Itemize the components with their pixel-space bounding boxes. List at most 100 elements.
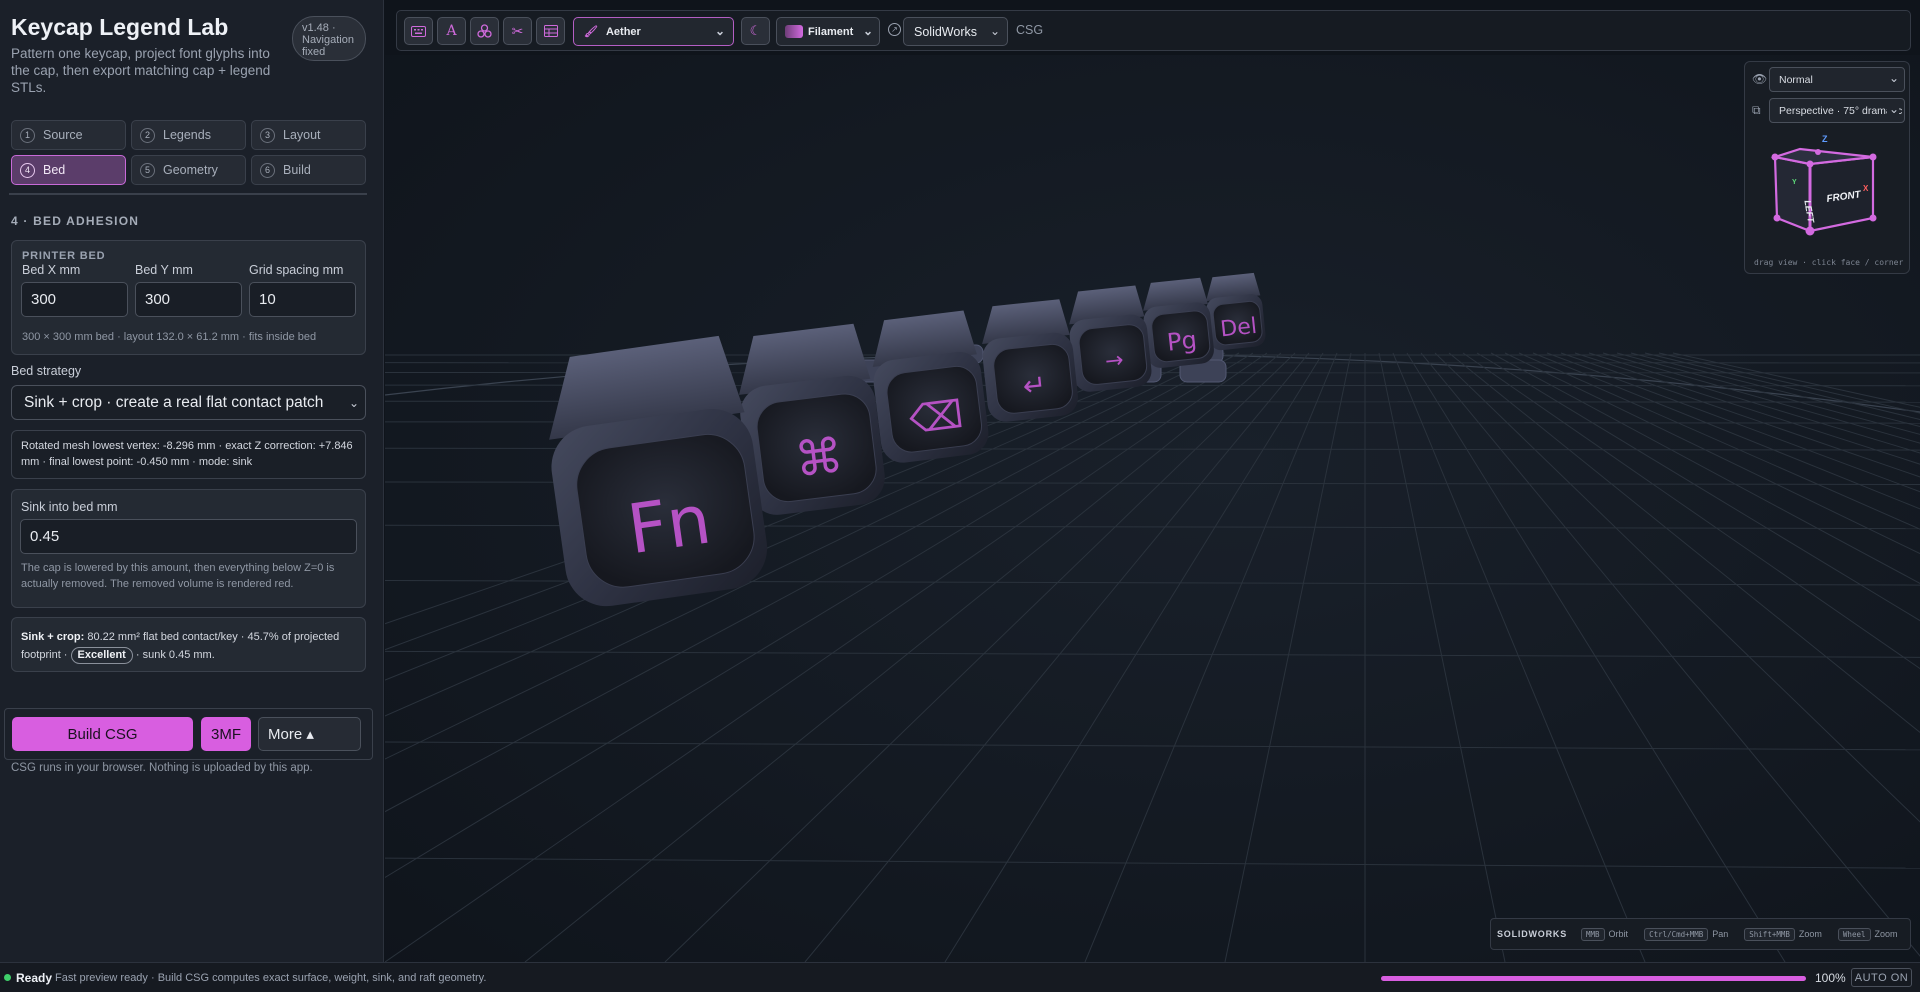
- theme-value: Aether: [605, 25, 641, 38]
- moon-icon[interactable]: ☾: [741, 17, 770, 45]
- shortcut-action: Pan: [1712, 929, 1729, 939]
- keycap: Pg: [1143, 277, 1214, 368]
- keycap-legend: Fn: [623, 481, 715, 571]
- keycap-legend: ↵: [1021, 368, 1048, 403]
- step-tab-bed[interactable]: 4 Bed: [11, 155, 126, 185]
- contact-result-card: Sink + crop: 80.22 mm² flat bed contact/…: [11, 617, 366, 672]
- 3d-viewport[interactable]: Del Pg → ↵ ⌫ ⌘ Fn: [385, 55, 1920, 962]
- step-tab-build[interactable]: 6 Build: [251, 155, 366, 185]
- section-title: 4 · BED ADHESION: [11, 214, 140, 228]
- build-csg-button[interactable]: Build CSG: [12, 717, 193, 751]
- step-number: 2: [140, 127, 155, 143]
- keycap: →: [1069, 285, 1152, 392]
- printer-bed-kicker: PRINTER BED: [22, 250, 106, 262]
- result-lead: Sink + crop:: [21, 631, 85, 643]
- step-label: Build: [283, 163, 311, 177]
- step-tabs: 1 Source 2 Legends 3 Layout 4 Bed 5 Geometry …: [11, 120, 366, 185]
- shortcut-key: Ctrl/Cmd+MMB: [1644, 927, 1709, 941]
- bed-fit-hint: 300 × 300 mm bed · layout 132.0 × 61.2 m…: [22, 331, 317, 343]
- app-title: Keycap Legend Lab: [11, 14, 229, 40]
- shortcut-action: Zoom: [1798, 929, 1822, 939]
- step-label: Bed: [43, 163, 66, 177]
- scene-canvas[interactable]: Del Pg → ↵ ⌫ ⌘ Fn: [385, 55, 1920, 962]
- bed-x-input[interactable]: 300: [21, 282, 128, 317]
- step-label: Geometry: [163, 163, 218, 177]
- shortcut-key: Shift+MMB: [1744, 927, 1795, 941]
- progress-fill: [1381, 976, 1806, 981]
- bed-y-input[interactable]: 300: [135, 282, 242, 317]
- axis-x-label: X: [1863, 184, 1869, 193]
- view-cube-hint: drag view · click face / corner: [1754, 258, 1904, 267]
- shortcut-action: Orbit: [1608, 929, 1629, 939]
- font-icon[interactable]: A: [437, 17, 466, 45]
- result-text-end: · sunk 0.45 mm.: [132, 649, 215, 661]
- more-menu-button[interactable]: More ▴: [258, 717, 361, 751]
- step-label: Legends: [163, 128, 211, 142]
- camera-select[interactable]: Perspective · 75° dramatic ⌄: [1769, 98, 1905, 123]
- chevron-down-icon: ⌄: [348, 396, 359, 410]
- filament-swatch: [785, 25, 803, 38]
- chevron-down-icon: ⌄: [714, 24, 725, 38]
- step-number: 1: [20, 127, 35, 143]
- status-message: Fast preview ready · Build CSG computes …: [55, 972, 487, 984]
- view-cube[interactable]: LEFT FRONT Z X Y: [1765, 128, 1895, 248]
- keycap-legend: Del: [1219, 314, 1258, 343]
- render-mode-select[interactable]: Normal ⌄: [1769, 67, 1905, 92]
- nodes-icon[interactable]: [470, 17, 499, 45]
- bed-strategy-select[interactable]: Sink + crop · create a real flat contact…: [11, 385, 366, 420]
- step-number: 4: [20, 162, 35, 178]
- scissors-icon[interactable]: ✂: [503, 17, 532, 45]
- shortcut-legend: SOLIDWORKS MMB Orbit Ctrl/Cmd+MMB Pan Shif…: [1490, 918, 1911, 950]
- shortcut-action: Zoom: [1874, 929, 1898, 939]
- step-number: 5: [140, 162, 155, 178]
- sink-label: Sink into bed mm: [21, 500, 118, 514]
- bed-x-label: Bed X mm: [22, 263, 81, 277]
- view-panel: 👁 Normal ⌄ ⧉ Perspective · 75° dramatic …: [1744, 61, 1910, 274]
- keycap-legend: ⌫: [907, 392, 966, 442]
- shortcut-key: MMB: [1581, 927, 1605, 941]
- camera-value: Perspective · 75° dramatic: [1779, 104, 1903, 117]
- divider: [9, 193, 367, 195]
- chevron-down-icon: ⌄: [1888, 71, 1899, 85]
- auto-toggle[interactable]: AUTO ON: [1851, 968, 1912, 987]
- step-tab-legends[interactable]: 2 Legends: [131, 120, 246, 150]
- nav-style-value: SolidWorks: [914, 24, 977, 39]
- axis-y-label: Y: [1792, 179, 1797, 186]
- step-number: 6: [260, 162, 275, 178]
- app-subtitle: Pattern one keycap, project font glyphs …: [11, 46, 271, 95]
- chevron-down-icon: ⌄: [989, 24, 1000, 38]
- step-tab-layout[interactable]: 3 Layout: [251, 120, 366, 150]
- nav-style-select[interactable]: SolidWorks ⌄: [903, 17, 1008, 46]
- mode-label: CSG: [1016, 23, 1044, 37]
- chevron-down-icon: ⌄: [1886, 102, 1899, 116]
- bed-strategy-value: Sink + crop · create a real flat contact…: [24, 393, 324, 411]
- material-select[interactable]: Filament ⌄: [776, 17, 880, 46]
- sidebar: Keycap Legend Lab Pattern one keycap, pr…: [0, 0, 384, 962]
- export-3mf-button[interactable]: 3MF: [201, 717, 251, 751]
- theme-select[interactable]: 🖌 Aether ⌄: [573, 17, 734, 46]
- sink-card: Sink into bed mm 0.45 The cap is lowered…: [11, 489, 366, 608]
- render-mode-value: Normal: [1779, 73, 1813, 86]
- step-label: Source: [43, 128, 83, 142]
- brush-icon: 🖌: [584, 26, 598, 38]
- quality-badge: Excellent: [70, 647, 133, 664]
- sink-input[interactable]: 0.45: [20, 519, 357, 554]
- camera-icon: ⧉: [1752, 103, 1761, 117]
- bed-strategy-label: Bed strategy: [11, 364, 82, 378]
- status-state: Ready: [16, 971, 53, 985]
- grid-icon[interactable]: [536, 17, 565, 45]
- sink-hint: The cap is lowered by this amount, then …: [21, 562, 335, 590]
- status-bar: Ready Fast preview ready · Build CSG com…: [0, 962, 1920, 992]
- axis-z-label: Z: [1822, 134, 1828, 144]
- action-bar: Build CSG 3MF More ▴: [4, 708, 373, 760]
- printer-bed-card: PRINTER BED Bed X mm Bed Y mm Grid spaci…: [11, 240, 366, 355]
- top-toolbar: A ✂ 🖌 Aether ⌄ ☾ Filament ⌄ ↗ SolidWorks…: [396, 10, 1911, 51]
- privacy-note: CSG runs in your browser. Nothing is upl…: [11, 762, 313, 774]
- step-tab-geometry[interactable]: 5 Geometry: [131, 155, 246, 185]
- keycap-legend: ⌘: [792, 427, 846, 488]
- keyboard-icon[interactable]: [404, 17, 433, 45]
- chevron-down-icon: ⌄: [862, 24, 873, 38]
- keycap-legend: Pg: [1166, 326, 1198, 357]
- grid-spacing-input[interactable]: 10: [249, 282, 356, 317]
- step-tab-source[interactable]: 1 Source: [11, 120, 126, 150]
